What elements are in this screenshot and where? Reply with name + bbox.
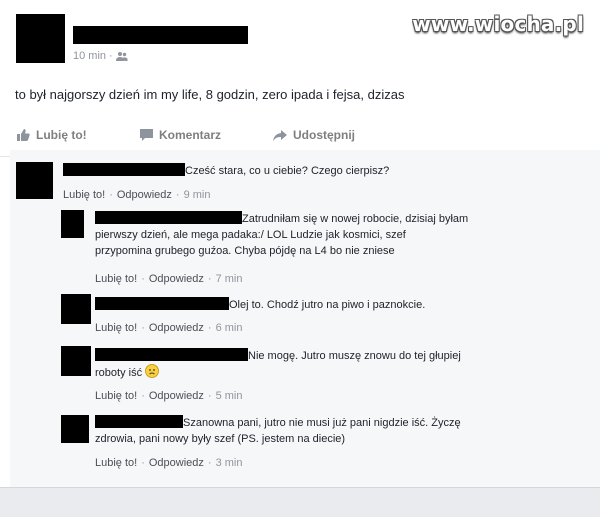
comment-like-link[interactable]: Lubię to! — [95, 322, 137, 334]
comment-time[interactable]: 7 min — [216, 273, 243, 285]
like-button[interactable]: Lubię to! — [17, 128, 87, 142]
comment-body-line-1: Nie mogę. Jutro muszę znowu do tej głupi… — [248, 350, 461, 362]
comment-body: Olej to. Chodź jutro na piwo i paznokcie… — [229, 299, 426, 311]
comment-text: Nie mogę. Jutro muszę znowu do tej głupi… — [95, 348, 461, 381]
comment-actions: Lubię to! · Odpowiedz · 9 min — [63, 189, 211, 201]
comment-icon — [140, 129, 153, 141]
comment-reply-link[interactable]: Odpowiedz — [149, 457, 204, 469]
comment-body-line-2: roboty iść — [95, 367, 143, 379]
comment-text: Olej to. Chodź jutro na piwo i paznokcie… — [95, 297, 425, 313]
author-avatar[interactable] — [16, 14, 65, 63]
comment-body-line-2: pierwszy dzień, ale mega padaka:/ LOL Lu… — [95, 229, 406, 241]
reply-comment: Zatrudniłam się w nowej robocie, dzisiaj… — [10, 208, 600, 288]
comment-section: Cześć stara, co u ciebie? Czego cierpisz… — [10, 150, 600, 487]
post-meta: 10 min · — [73, 50, 128, 62]
comment-text: Szanowna pani, jutro nie musi już pani n… — [95, 415, 461, 447]
post-card: www.wiocha.pl 10 min · to był najgorszy … — [0, 0, 600, 488]
separator: · — [207, 322, 212, 334]
like-label: Lubię to! — [36, 128, 87, 142]
commenter-name[interactable] — [95, 415, 183, 428]
commenter-avatar[interactable] — [16, 162, 53, 199]
separator: · — [207, 457, 212, 469]
separator: · — [141, 390, 145, 402]
reply-comment: Nie mogę. Jutro muszę znowu do tej głupi… — [10, 342, 600, 410]
thumbs-up-icon — [17, 129, 30, 141]
commenter-name[interactable] — [95, 348, 248, 361]
comment-text: Cześć stara, co u ciebie? Czego cierpisz… — [63, 163, 389, 179]
friends-icon[interactable] — [115, 51, 128, 61]
comment-body-line-1: Szanowna pani, jutro nie musi już pani n… — [183, 417, 461, 429]
commenter-avatar[interactable] — [61, 346, 91, 376]
comment-like-link[interactable]: Lubię to! — [95, 457, 137, 469]
comment-reply-link[interactable]: Odpowiedz — [149, 273, 204, 285]
comment-body: Cześć stara, co u ciebie? Czego cierpisz… — [185, 165, 390, 177]
share-label: Udostępnij — [293, 128, 355, 142]
author-name[interactable] — [73, 26, 248, 44]
separator: · — [175, 189, 180, 201]
commenter-avatar[interactable] — [61, 294, 91, 324]
commenter-name[interactable] — [95, 211, 242, 224]
separator: · — [207, 390, 212, 402]
separator: · — [109, 50, 113, 62]
reply-comment: Olej to. Chodź jutro na piwo i paznokcie… — [10, 292, 600, 342]
comment: Cześć stara, co u ciebie? Czego cierpisz… — [10, 150, 600, 205]
comment-time[interactable]: 5 min — [216, 390, 243, 402]
comment-time[interactable]: 9 min — [184, 189, 211, 201]
commenter-name[interactable] — [63, 163, 185, 176]
comment-like-link[interactable]: Lubię to! — [95, 273, 137, 285]
comment-button[interactable]: Komentarz — [140, 128, 221, 142]
comment-reply-link[interactable]: Odpowiedz — [117, 189, 172, 201]
comment-time[interactable]: 3 min — [216, 457, 243, 469]
reply-comment: Szanowna pani, jutro nie musi już pani n… — [10, 410, 600, 480]
share-icon — [273, 129, 287, 141]
comment-like-link[interactable]: Lubię to! — [63, 189, 105, 201]
commenter-avatar[interactable] — [61, 210, 84, 238]
commenter-avatar[interactable] — [61, 415, 89, 443]
post-time[interactable]: 10 min — [73, 50, 106, 62]
comment-body-line-1: Zatrudniłam się w nowej robocie, dzisiaj… — [242, 213, 469, 225]
comment-text: Zatrudniłam się w nowej robocie, dzisiaj… — [95, 211, 468, 259]
comment-actions: Lubię to! · Odpowiedz · 5 min — [95, 390, 243, 402]
share-button[interactable]: Udostępnij — [273, 128, 355, 142]
comment-reply-link[interactable]: Odpowiedz — [149, 322, 204, 334]
comment-body-line-2: zdrowia, pani nowy były szef (PS. jestem… — [95, 433, 346, 445]
comment-reply-link[interactable]: Odpowiedz — [149, 390, 204, 402]
watermark: www.wiocha.pl — [412, 12, 584, 36]
comment-actions: Lubię to! · Odpowiedz · 6 min — [95, 322, 243, 334]
comment-time[interactable]: 6 min — [216, 322, 243, 334]
separator: · — [141, 273, 145, 285]
comment-actions: Lubię to! · Odpowiedz · 3 min — [95, 457, 243, 469]
separator: · — [141, 457, 145, 469]
sad-face-icon — [145, 364, 160, 378]
post-text: to był najgorszy dzień im my life, 8 god… — [15, 87, 405, 102]
comment-actions: Lubię to! · Odpowiedz · 7 min — [95, 273, 243, 285]
comment-label: Komentarz — [159, 128, 222, 142]
comment-like-link[interactable]: Lubię to! — [95, 390, 137, 402]
comment-body-line-3: przypomina grubego guźoa. Chyba pójdę na… — [95, 245, 395, 257]
separator: · — [109, 189, 113, 201]
separator: · — [207, 273, 212, 285]
separator: · — [141, 322, 145, 334]
commenter-name[interactable] — [95, 297, 229, 310]
